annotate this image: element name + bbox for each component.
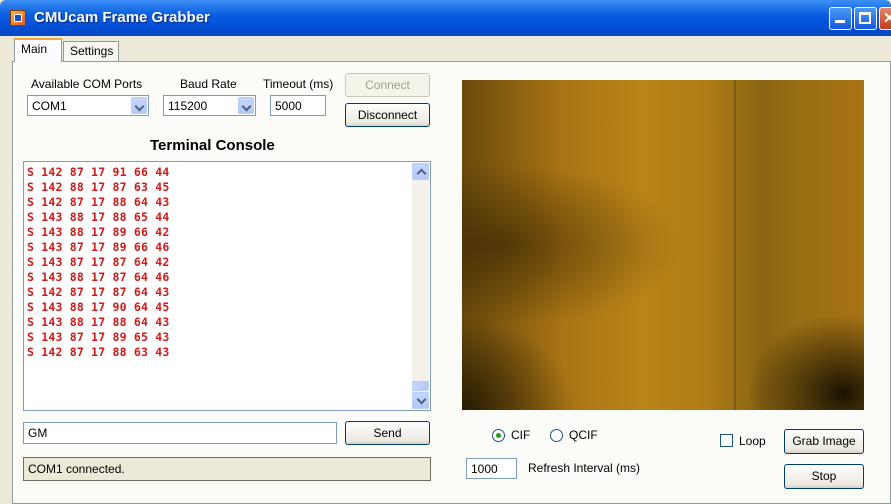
chevron-down-icon[interactable] <box>131 97 147 114</box>
minimize-button[interactable] <box>829 7 852 30</box>
maximize-icon <box>859 12 871 24</box>
timeout-input[interactable]: 5000 <box>270 95 326 116</box>
console-line: S 143 88 17 88 64 43 <box>27 315 170 329</box>
connect-button[interactable]: Connect <box>345 73 430 97</box>
console-line: S 143 88 17 89 66 42 <box>27 225 170 239</box>
tab-settings[interactable]: Settings <box>63 41 119 61</box>
status-bar: COM1 connected. <box>23 457 431 481</box>
refresh-interval-label: Refresh Interval (ms) <box>528 461 641 475</box>
com-ports-label: Available COM Ports <box>31 77 143 91</box>
close-icon: ✕ <box>883 10 891 27</box>
stop-button[interactable]: Stop <box>784 464 864 489</box>
tab-main[interactable]: Main <box>14 38 62 62</box>
grab-image-button[interactable]: Grab Image <box>784 429 864 454</box>
com-port-value: COM1 <box>32 99 67 113</box>
console-line: S 143 87 17 87 64 42 <box>27 255 170 269</box>
close-button[interactable]: ✕ <box>879 7 891 30</box>
console-line: S 143 87 17 89 66 46 <box>27 240 170 254</box>
console-line: S 143 88 17 88 65 44 <box>27 210 170 224</box>
qcif-label: QCIF <box>569 428 598 442</box>
console-line: S 143 88 17 87 64 46 <box>27 270 170 284</box>
command-value: GM <box>28 426 48 440</box>
loop-label: Loop <box>739 434 766 448</box>
command-input[interactable]: GM <box>23 422 337 444</box>
title-bar[interactable]: CMUcam Frame Grabber ✕ <box>0 0 891 36</box>
console-scrollbar[interactable] <box>412 163 429 409</box>
terminal-console[interactable]: S 142 87 17 91 66 44 S 142 88 17 87 63 4… <box>23 161 431 411</box>
cif-label: CIF <box>511 428 531 442</box>
send-button[interactable]: Send <box>345 421 430 445</box>
chevron-down-icon[interactable] <box>238 97 254 114</box>
scroll-thumb[interactable] <box>412 381 429 391</box>
console-line: S 142 88 17 87 63 45 <box>27 180 170 194</box>
scroll-down-icon[interactable] <box>412 392 429 409</box>
camera-frame <box>462 80 864 410</box>
console-line: S 142 87 17 87 64 43 <box>27 285 170 299</box>
timeout-value: 5000 <box>275 99 302 113</box>
tab-settings-label: Settings <box>70 44 114 58</box>
loop-checkbox[interactable] <box>720 434 733 447</box>
com-port-select[interactable]: COM1 <box>27 95 149 116</box>
console-line: S 142 87 17 88 63 43 <box>27 345 170 359</box>
maximize-button[interactable] <box>854 7 877 30</box>
camera-image <box>462 80 864 410</box>
console-title: Terminal Console <box>150 137 275 154</box>
console-line: S 143 88 17 90 64 45 <box>27 300 170 314</box>
tab-main-label: Main <box>21 42 48 56</box>
refresh-interval-input[interactable]: 1000 <box>466 458 517 479</box>
qcif-radio[interactable] <box>550 429 563 442</box>
console-line: S 142 87 17 88 64 43 <box>27 195 170 209</box>
minimize-icon <box>835 20 845 23</box>
timeout-label: Timeout (ms) <box>263 77 334 91</box>
console-line: S 142 87 17 91 66 44 <box>27 165 170 179</box>
app-icon <box>10 10 26 26</box>
refresh-interval-value: 1000 <box>471 462 498 476</box>
status-text: COM1 connected. <box>28 462 125 476</box>
baud-rate-label: Baud Rate <box>180 77 237 91</box>
baud-rate-select[interactable]: 115200 <box>163 95 256 116</box>
scroll-up-icon[interactable] <box>412 163 429 180</box>
window-title: CMUcam Frame Grabber <box>34 9 210 26</box>
cif-radio[interactable] <box>492 429 505 442</box>
baud-rate-value: 115200 <box>168 99 208 113</box>
disconnect-button[interactable]: Disconnect <box>345 103 430 127</box>
console-line: S 143 87 17 89 65 43 <box>27 330 170 344</box>
